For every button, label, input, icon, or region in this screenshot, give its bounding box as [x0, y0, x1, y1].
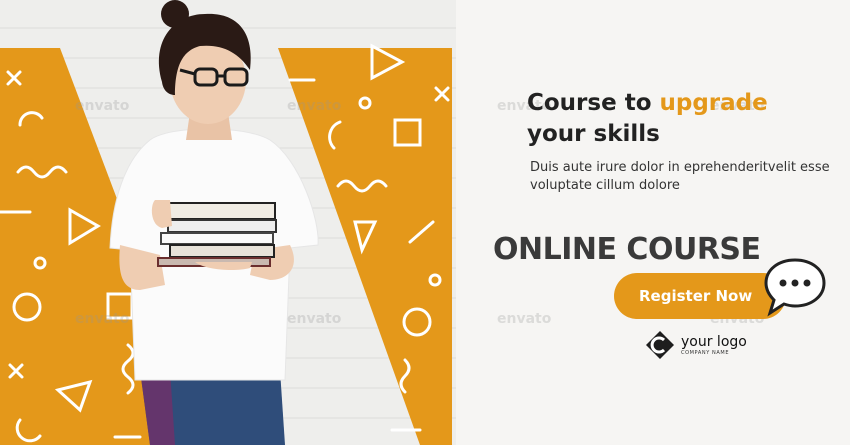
- logo-icon: [646, 331, 674, 359]
- book-stack: [157, 202, 277, 267]
- headline: Course to upgrade your skills: [527, 88, 768, 150]
- company-logo: your logo COMPANY NAME: [645, 330, 747, 360]
- watermark: envato: [287, 311, 342, 327]
- course-banner: envato envato envato envato envato envat…: [0, 0, 850, 445]
- headline-text: Course to: [527, 90, 660, 116]
- headline-accent: upgrade: [659, 90, 768, 116]
- watermark: envato: [497, 311, 552, 327]
- logo-tagline: COMPANY NAME: [681, 349, 730, 356]
- description: Duis aute irure dolor in eprehenderitvel…: [530, 160, 830, 193]
- watermark: envato: [75, 98, 130, 114]
- logo-name: your logo: [681, 333, 747, 350]
- watermark: envato: [75, 311, 130, 327]
- register-button[interactable]: Register Now: [614, 273, 786, 319]
- headline-line2: your skills: [527, 121, 660, 147]
- watermark: envato: [287, 98, 342, 114]
- online-course-title: ONLINE COURSE: [493, 232, 761, 267]
- hero-graphic: [0, 0, 456, 445]
- chat-bubble-icon: [764, 258, 826, 317]
